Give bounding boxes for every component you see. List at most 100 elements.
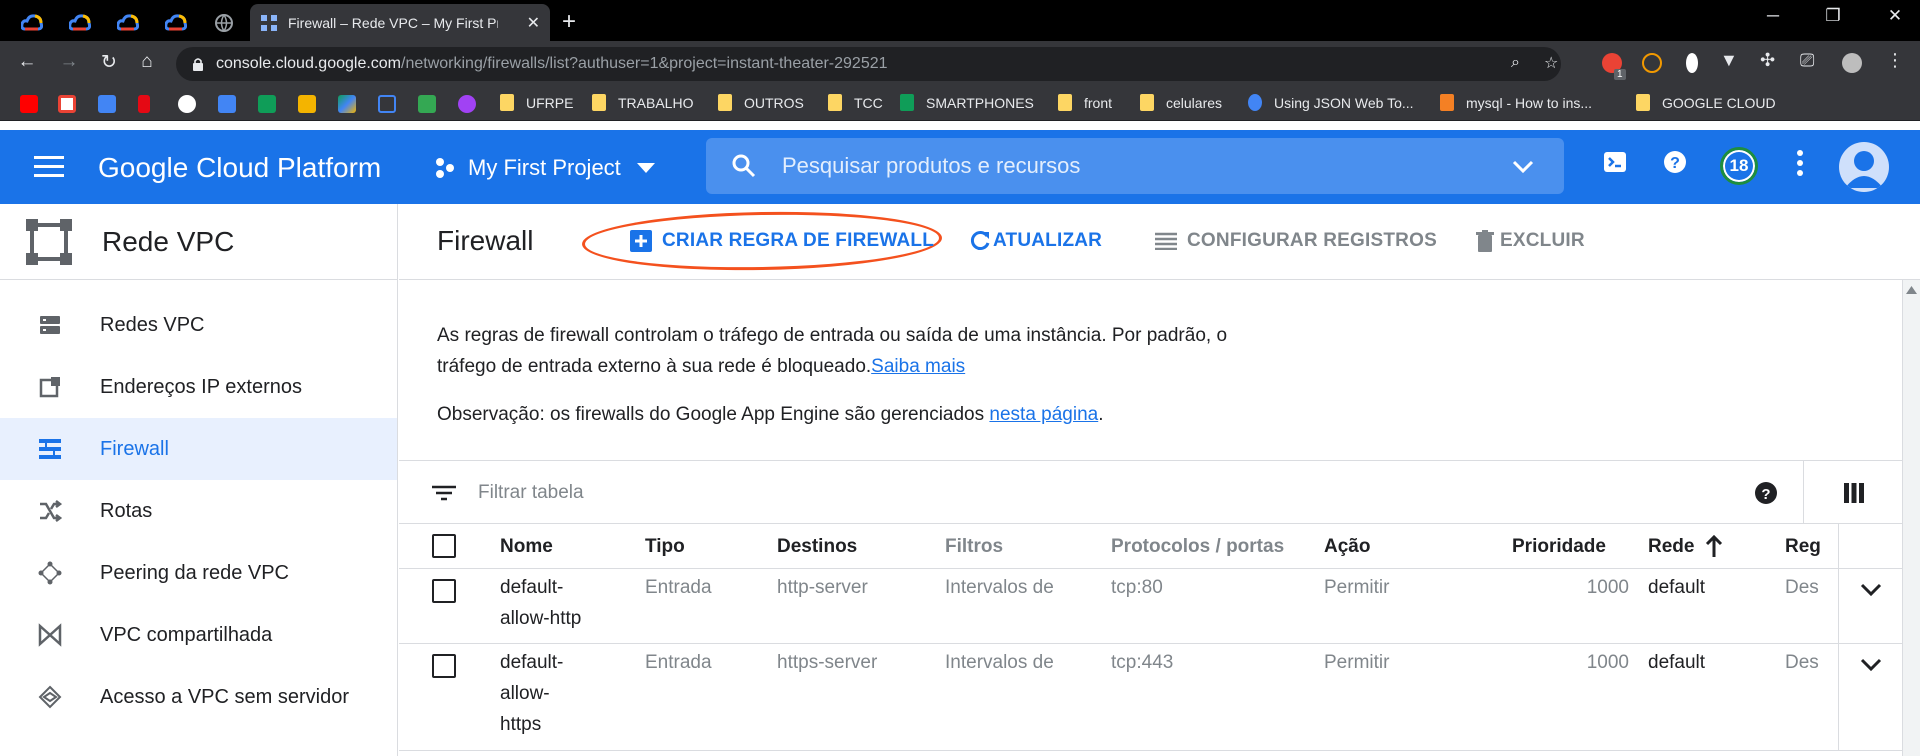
chevron-down-icon[interactable] [1512, 160, 1534, 174]
new-tab-button[interactable]: + [562, 8, 576, 36]
bookmark-folder[interactable]: UFRPE [500, 94, 573, 111]
row-checkbox[interactable] [432, 579, 456, 603]
notifications-badge[interactable]: 18 [1720, 147, 1758, 185]
google-cloud-icon [21, 13, 43, 30]
sidebar-item-vpc-networks[interactable]: Redes VPC [0, 294, 397, 356]
vertical-scrollbar[interactable] [1902, 280, 1920, 756]
sidebar-item-shared-vpc[interactable]: VPC compartilhada [0, 604, 397, 666]
restore-icon[interactable]: ❐ [1810, 6, 1856, 26]
select-all-checkbox[interactable] [432, 534, 456, 558]
filter-bar[interactable]: Filtrar tabela ? [399, 460, 1902, 524]
vpc-networks-icon [40, 316, 60, 334]
sheets-icon[interactable] [258, 95, 276, 113]
vue-devtools-icon[interactable]: ▼ [1720, 50, 1738, 71]
column-header[interactable]: Rede [1648, 531, 1694, 562]
sidebar-item-vpc-peering[interactable]: Peering da rede VPC [0, 542, 397, 604]
cast-icon[interactable]: ⎚ [1800, 50, 1814, 71]
chevron-down-icon[interactable] [1860, 583, 1882, 597]
bookmark-folder[interactable]: TCC [828, 94, 883, 111]
sidebar-item-label: Rotas [100, 499, 153, 522]
profile-avatar-icon[interactable] [1842, 53, 1862, 73]
help-icon[interactable]: ? [1754, 481, 1778, 505]
delete-button[interactable]: EXCLUIR [1476, 230, 1585, 252]
product-title[interactable]: Google Cloud Platform [98, 152, 381, 184]
filter-icon[interactable] [432, 485, 456, 501]
extension-icon[interactable] [1686, 53, 1698, 73]
column-header[interactable]: Ação [1324, 531, 1370, 562]
bookmark-item[interactable]: mysql - How to ins... [1440, 94, 1592, 111]
reload-icon[interactable]: ↻ [96, 51, 122, 74]
puzzle-extensions-icon[interactable]: ✣ [1760, 50, 1775, 71]
active-tab[interactable]: Firewall – Rede VPC – My First Project ✕ [250, 4, 550, 41]
configure-logs-button[interactable]: CONFIGURAR REGISTROS [1155, 230, 1437, 252]
learn-more-link[interactable]: Saiba mais [871, 356, 965, 377]
help-icon[interactable]: ? [1663, 150, 1687, 174]
gmail-icon[interactable] [58, 95, 76, 113]
table-row[interactable]: default- allow- https Entrada https-serv… [399, 644, 1902, 751]
pinned-tab[interactable] [200, 4, 248, 41]
close-window-icon[interactable]: ✕ [1872, 6, 1918, 26]
menu-dots-icon[interactable]: ⋮ [1886, 50, 1904, 71]
github-icon[interactable] [178, 95, 196, 113]
create-firewall-rule-button[interactable]: CRIAR REGRA DE FIREWALL [630, 230, 934, 252]
column-header[interactable]: Tipo [645, 531, 685, 562]
sort-arrow-up-icon[interactable] [1705, 535, 1723, 557]
expand-row-button[interactable] [1838, 569, 1902, 643]
figma-icon[interactable] [458, 95, 476, 113]
home-icon[interactable]: ⌂ [134, 51, 160, 73]
row-checkbox[interactable] [432, 654, 456, 678]
project-selector[interactable]: My First Project [434, 155, 655, 181]
minimize-icon[interactable]: ─ [1750, 6, 1796, 26]
column-header[interactable]: Prioridade [1512, 531, 1606, 562]
pinned-tab[interactable] [152, 4, 200, 41]
cloud-shell-icon[interactable] [1603, 150, 1627, 174]
table-row[interactable]: default- allow-http Entrada http-server … [399, 569, 1902, 644]
more-vert-icon[interactable] [1796, 150, 1804, 176]
back-arrow-icon[interactable]: ← [14, 51, 40, 73]
rule-name-link[interactable]: default- allow- https [500, 647, 600, 740]
forward-arrow-icon[interactable]: → [56, 51, 82, 73]
column-display-icon[interactable] [1844, 483, 1864, 503]
account-avatar[interactable] [1839, 142, 1889, 192]
search-input[interactable]: Pesquisar produtos e recursos [706, 138, 1564, 194]
zoom-icon[interactable]: ⌕ [1511, 54, 1520, 72]
bookmark-folder[interactable]: celulares [1140, 94, 1222, 111]
omnibox[interactable]: console.cloud.google.com/networking/fire… [176, 47, 1561, 81]
docs-icon[interactable] [218, 95, 236, 113]
column-header[interactable]: Nome [500, 531, 553, 562]
netflix-icon[interactable] [138, 95, 150, 113]
chip-icon[interactable] [378, 95, 396, 113]
rule-name-link[interactable]: default- allow-http [500, 572, 600, 634]
translate-icon[interactable] [98, 95, 116, 113]
sidebar-item-external-ip[interactable]: Endereços IP externos [0, 356, 397, 418]
drive-icon[interactable] [338, 95, 356, 113]
bookmark-star-icon[interactable]: ☆ [1544, 53, 1558, 73]
bookmark-folder[interactable]: front [1058, 94, 1112, 111]
bookmark-folder[interactable]: GOOGLE CLOUD [1636, 94, 1776, 111]
cell-network-link[interactable]: default [1648, 647, 1705, 678]
youtube-icon[interactable] [20, 95, 38, 113]
cell-network-link[interactable]: default [1648, 572, 1705, 603]
expand-row-button[interactable] [1838, 644, 1902, 750]
close-tab-icon[interactable]: ✕ [527, 13, 540, 33]
sidebar-item-routes[interactable]: Rotas [0, 480, 397, 542]
pinned-tab[interactable] [8, 4, 56, 41]
pinned-tab[interactable] [104, 4, 152, 41]
note-link[interactable]: nesta página [989, 404, 1098, 425]
sidebar-item-serverless-vpc[interactable]: Acesso a VPC sem servidor [0, 666, 397, 728]
sidebar-item-firewall[interactable]: Firewall [0, 418, 397, 480]
extension-icon[interactable] [1642, 53, 1662, 73]
chevron-down-icon[interactable] [1860, 658, 1882, 672]
bookmark-item[interactable]: Using JSON Web To... [1248, 94, 1414, 111]
column-header[interactable]: Reg [1785, 531, 1838, 562]
slides-icon[interactable] [298, 95, 316, 113]
pinned-tab[interactable] [56, 4, 104, 41]
refresh-button[interactable]: ATUALIZAR [969, 230, 1102, 252]
bookmark-folder[interactable]: TRABALHO [592, 94, 693, 111]
image-icon[interactable] [418, 95, 436, 113]
scroll-up-arrow-icon[interactable] [1906, 286, 1917, 294]
column-header[interactable]: Destinos [777, 531, 857, 562]
hamburger-menu-icon[interactable] [34, 156, 64, 178]
bookmark-item[interactable]: SMARTPHONES [900, 94, 1034, 111]
bookmark-folder[interactable]: OUTROS [718, 94, 804, 111]
